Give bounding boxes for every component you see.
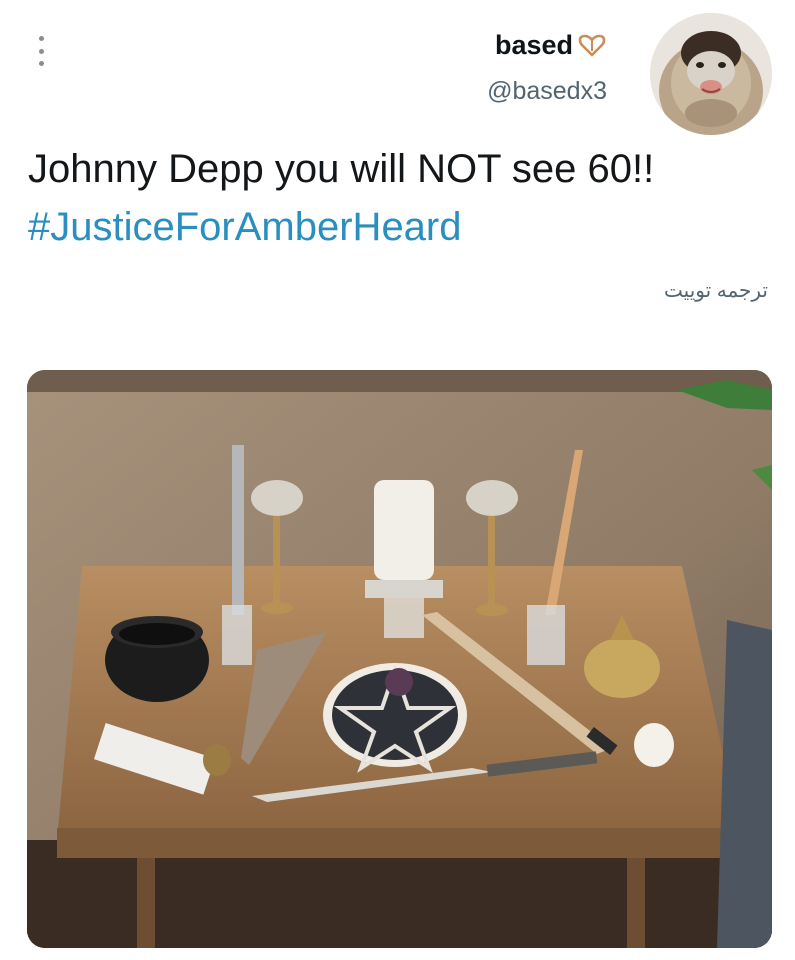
- dot: [38, 48, 44, 54]
- heart-icon: [578, 34, 606, 56]
- display-name[interactable]: based: [487, 30, 607, 61]
- more-options-icon[interactable]: [36, 36, 46, 66]
- altar-photo-icon: [27, 370, 772, 948]
- user-info[interactable]: based @basedx3: [487, 30, 607, 106]
- dot: [38, 36, 44, 41]
- hashtag-link[interactable]: #JusticeForAmberHeard: [28, 205, 462, 249]
- user-handle[interactable]: @basedx3: [487, 77, 607, 106]
- monkey-avatar-icon: [650, 13, 772, 135]
- translate-tweet-link[interactable]: ترجمه توییت: [664, 278, 768, 303]
- dot: [38, 61, 44, 66]
- tweet-photo[interactable]: [27, 370, 772, 948]
- tweet-body: Johnny Depp you will NOT see 60!!: [28, 147, 655, 191]
- avatar[interactable]: [650, 13, 772, 135]
- tweet-text: Johnny Depp you will NOT see 60!! #Justi…: [28, 140, 768, 256]
- display-name-text: based: [494, 30, 573, 60]
